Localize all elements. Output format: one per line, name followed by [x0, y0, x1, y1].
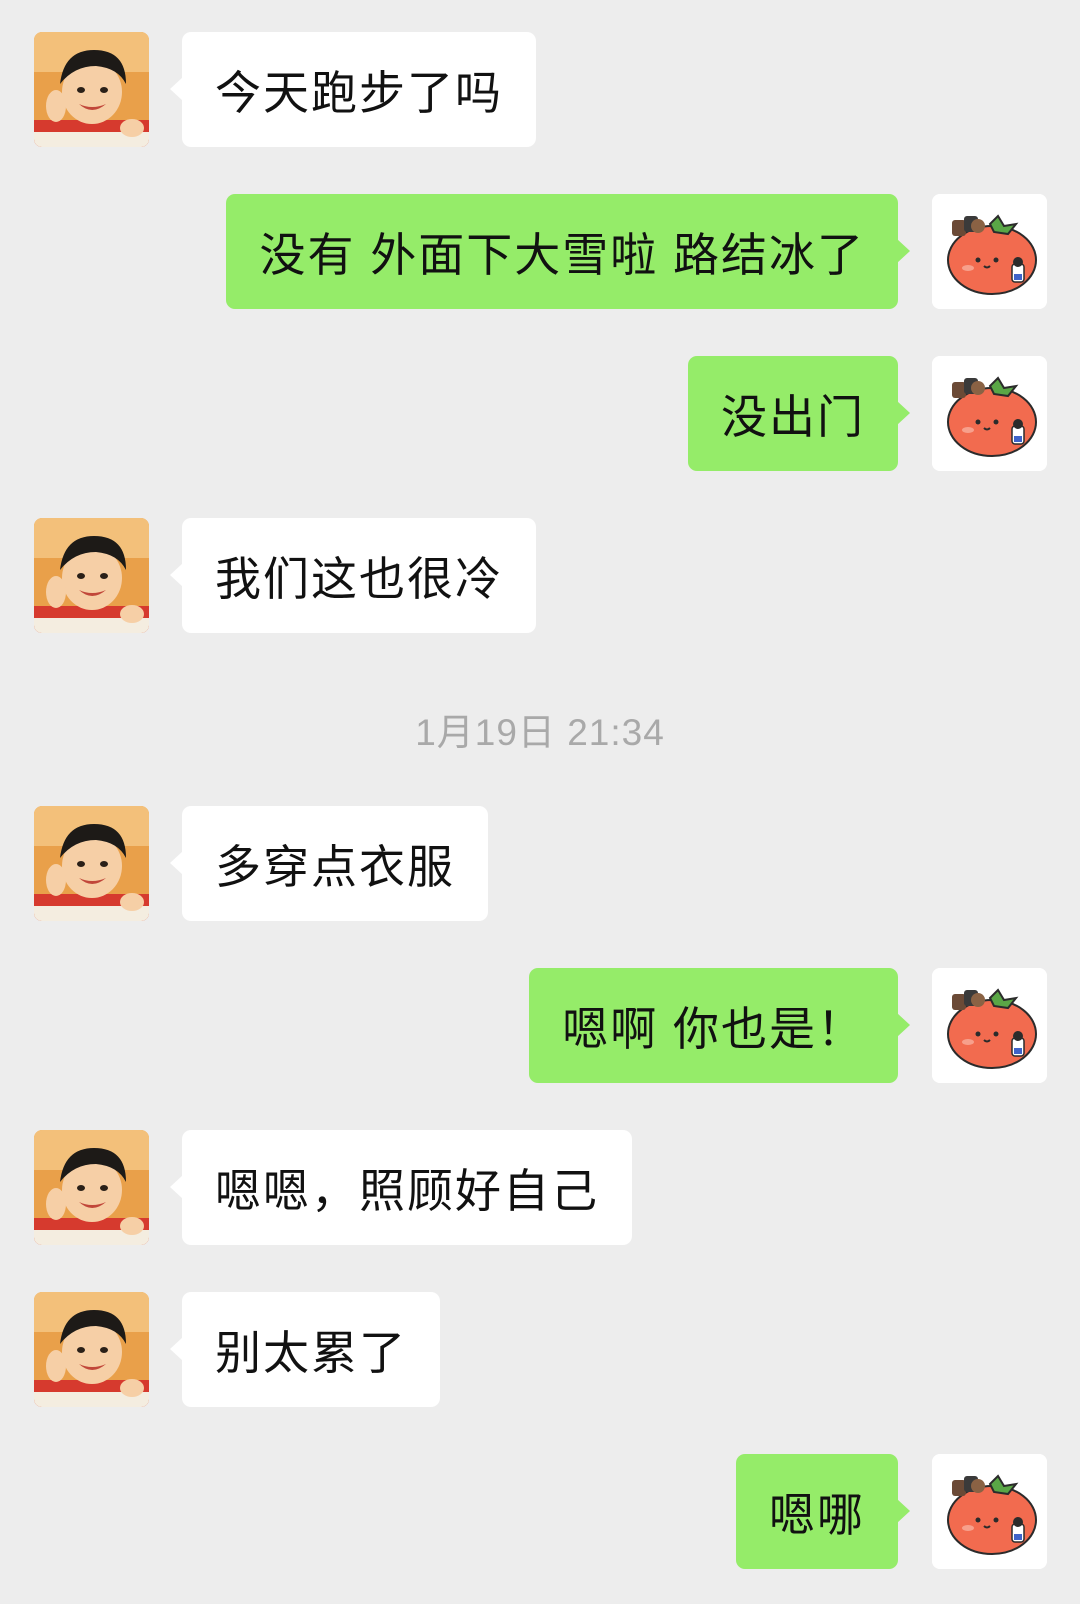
message-row: 嗯哪	[0, 1454, 1080, 1569]
child-photo-avatar[interactable]	[34, 1130, 149, 1245]
outgoing-message-bubble[interactable]: 嗯哪	[736, 1454, 910, 1569]
message-row: 没出门	[0, 356, 1080, 471]
message-row: 今天跑步了吗	[0, 32, 1080, 147]
message-row: 多穿点衣服	[0, 806, 1080, 921]
outgoing-message-bubble[interactable]: 没出门	[688, 356, 910, 471]
child-photo-avatar[interactable]	[34, 518, 149, 633]
chat-thread[interactable]: 今天跑步了吗 没有 外面下大雪啦 路结冰了 没出门 我们这也很冷 1月19日 2…	[0, 0, 1080, 1569]
incoming-message-bubble[interactable]: 多穿点衣服	[170, 806, 488, 921]
tomato-cartoon-avatar[interactable]	[932, 356, 1047, 471]
child-photo-avatar[interactable]	[34, 32, 149, 147]
incoming-message-bubble[interactable]: 别太累了	[170, 1292, 440, 1407]
tomato-cartoon-avatar[interactable]	[932, 968, 1047, 1083]
message-row: 没有 外面下大雪啦 路结冰了	[0, 194, 1080, 309]
incoming-message-bubble[interactable]: 我们这也很冷	[170, 518, 536, 633]
tomato-cartoon-avatar[interactable]	[932, 1454, 1047, 1569]
message-row: 嗯嗯，照顾好自己	[0, 1130, 1080, 1245]
message-timestamp: 1月19日 21:34	[415, 711, 665, 753]
child-photo-avatar[interactable]	[34, 1292, 149, 1407]
message-row: 嗯啊 你也是！	[0, 968, 1080, 1083]
outgoing-message-bubble[interactable]: 没有 外面下大雪啦 路结冰了	[226, 194, 910, 309]
message-row: 我们这也很冷	[0, 518, 1080, 633]
outgoing-message-bubble[interactable]: 嗯啊 你也是！	[529, 968, 910, 1083]
message-row: 别太累了	[0, 1292, 1080, 1407]
incoming-message-bubble[interactable]: 嗯嗯，照顾好自己	[170, 1130, 632, 1245]
tomato-cartoon-avatar[interactable]	[932, 194, 1047, 309]
incoming-message-bubble[interactable]: 今天跑步了吗	[170, 32, 536, 147]
child-photo-avatar[interactable]	[34, 806, 149, 921]
